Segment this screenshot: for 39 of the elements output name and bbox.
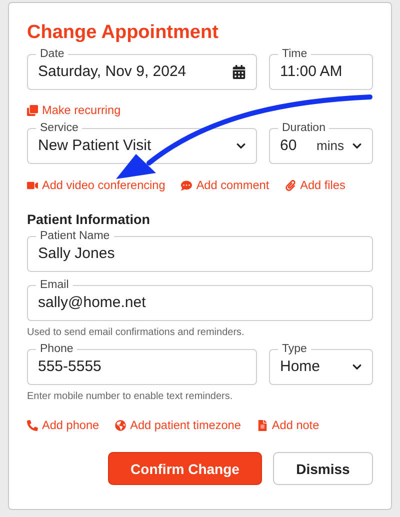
action-link[interactable]: Add phone [27,418,100,432]
speech-bubble-icon [181,180,192,190]
calendar-icon[interactable] [232,64,246,78]
select-field[interactable]: Type Home [269,344,373,385]
input-field[interactable]: Time 11:00 AM [269,49,373,90]
dialog-title: Change Appointment [27,21,220,45]
action-link[interactable]: Add comment [181,178,270,192]
chevron-icon [236,140,246,150]
field-label: Email [39,280,70,291]
action-link[interactable]: Make recurring [27,103,121,117]
input-field[interactable]: Patient Name Sally Jones [27,231,373,272]
confirm-button[interactable]: Confirm Change [108,452,262,485]
help-text: Enter mobile number to enable text reminders. [27,391,234,402]
document-icon [256,420,268,430]
field-label: Date [39,49,66,60]
field-label: Duration [281,123,326,134]
video-camera-icon [27,180,38,190]
section-heading: Patient Information [27,212,152,227]
help-text: Used to send email confirmations and reminders. [27,327,246,338]
dismiss-button[interactable]: Dismiss [273,452,373,485]
field-label: Time [281,49,308,60]
action-link[interactable]: Add patient timezone [115,418,241,432]
select-field[interactable]: Duration 60 mins [269,123,373,164]
chevron-icon [352,362,362,372]
chevron-icon [352,140,362,150]
input-field[interactable]: Phone 555-5555 [27,344,257,385]
stacked-squares-icon [27,104,38,116]
action-link[interactable]: Add note [256,418,320,432]
paperclip-icon [285,180,296,190]
globe-icon [115,420,126,430]
field-label: Patient Name [39,231,111,242]
phone-icon [27,420,38,430]
action-link[interactable]: Add files [285,178,346,192]
field-label: Phone [39,344,74,355]
date-field[interactable]: Date Saturday, Nov 9, 2024 [27,49,257,90]
field-label: Type [281,344,308,355]
field-label: Service [39,123,80,134]
action-link[interactable]: Add video conferencing [27,178,166,192]
input-field[interactable]: Email sally@home.net [27,280,373,321]
